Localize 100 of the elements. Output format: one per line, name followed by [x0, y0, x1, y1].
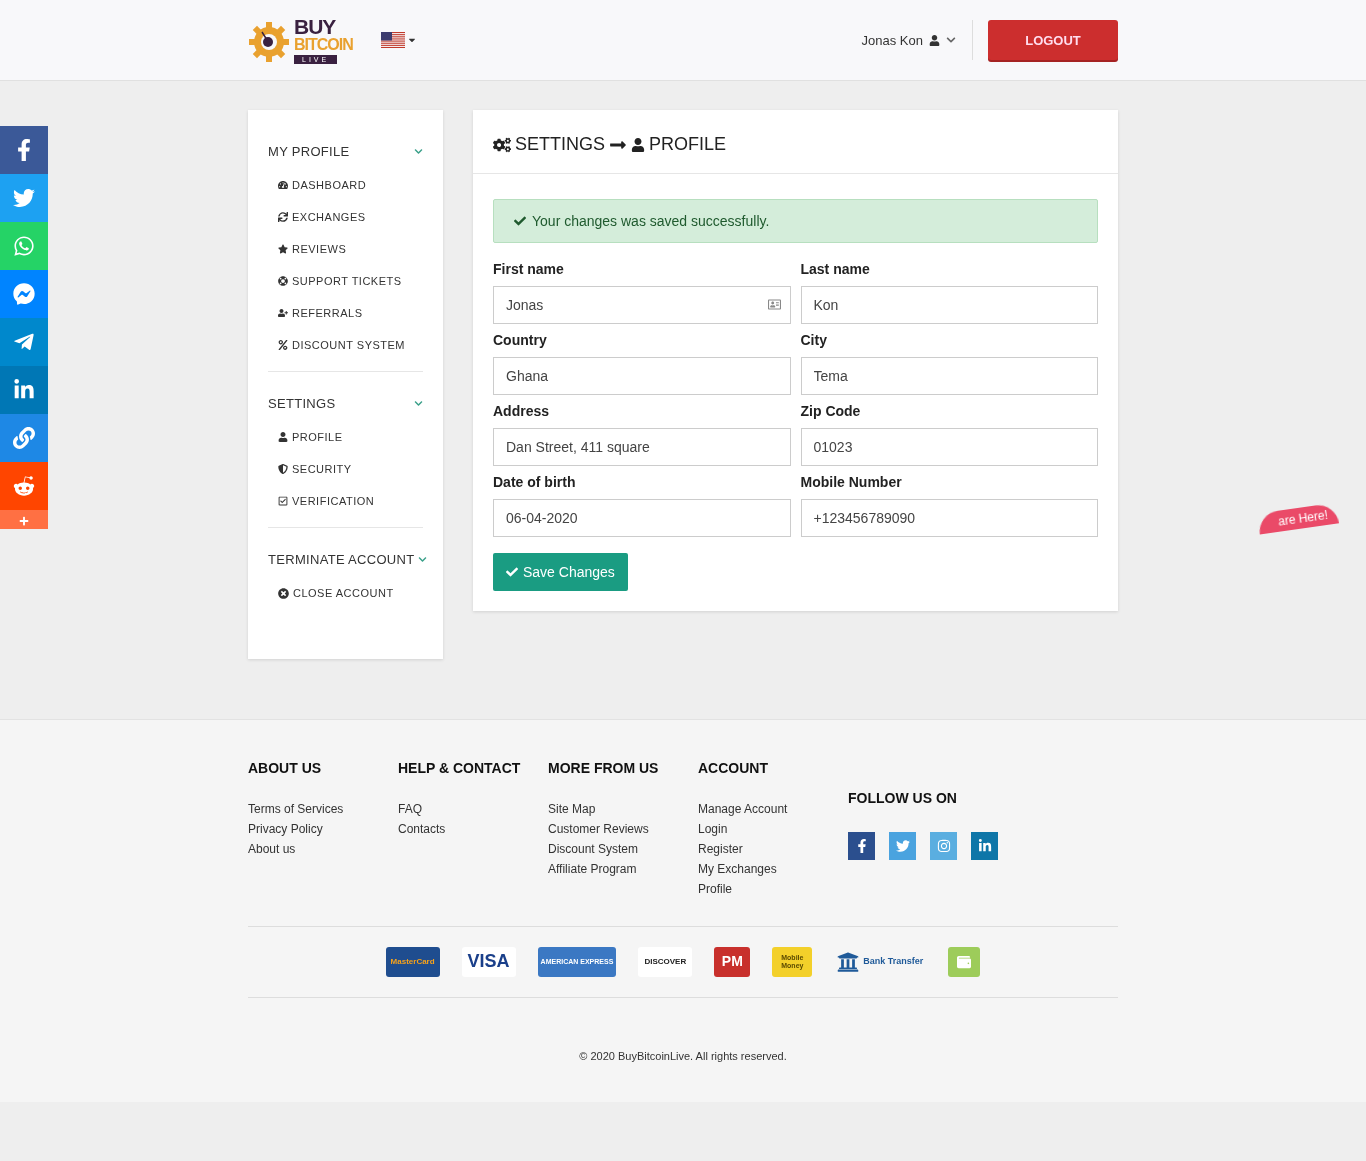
chevron-icon: [418, 555, 428, 564]
bank-icon: [837, 951, 860, 973]
menu-item[interactable]: DISCOUNT SYSTEM: [268, 329, 423, 361]
copyright-text: © 2020 BuyBitcoinLive. All rights reserved.: [578, 1050, 788, 1062]
chevron-icon: [414, 147, 423, 156]
section-toggle[interactable]: MY PROFILE: [268, 130, 423, 169]
support-icon: [278, 276, 288, 286]
input-field[interactable]: Tema: [800, 357, 1098, 395]
social-link[interactable]: [971, 832, 998, 860]
percent-icon: [278, 340, 288, 350]
menu-item[interactable]: VERIFICATION: [268, 485, 423, 517]
input-field[interactable]: Kon: [800, 286, 1098, 324]
input-field[interactable]: 01023: [800, 428, 1098, 466]
user-menu[interactable]: Jonas Kon: [861, 20, 973, 60]
footer-link[interactable]: Manage Account: [698, 802, 848, 816]
menu-item[interactable]: PROFILE: [268, 421, 423, 453]
payment-name: MasterCard: [390, 957, 435, 967]
menu-item[interactable]: DASHBOARD: [268, 169, 423, 201]
reddit-icon: [13, 475, 35, 497]
field-label: First name: [493, 261, 565, 277]
star-icon: [278, 244, 288, 254]
footer-link[interactable]: My Exchanges: [698, 862, 848, 876]
section-title: MY PROFILE: [268, 144, 350, 159]
menu-label: SUPPORT TICKETS: [292, 275, 402, 287]
breadcrumb-text: SETTINGS: [515, 134, 605, 155]
share-button[interactable]: [0, 270, 48, 318]
field-label: Address: [493, 403, 551, 419]
menu-label: CLOSE ACCOUNT: [293, 587, 394, 599]
dashboard-icon: [278, 180, 288, 190]
referral-icon: [278, 308, 288, 318]
wallet-logo: [948, 947, 981, 977]
field-label: Zip Code: [800, 403, 862, 419]
footer-link[interactable]: Login: [698, 822, 848, 836]
logo-text: BITCOIN: [294, 37, 353, 53]
payment-name: Bank Transfer: [863, 957, 924, 967]
linkedin-icon: [977, 839, 992, 853]
more-icon: [19, 516, 29, 526]
input-field[interactable]: +123456789090: [800, 499, 1098, 537]
menu-item[interactable]: REFERRALS: [268, 297, 423, 329]
payment-name: DISCOVER: [644, 957, 687, 967]
footer-link[interactable]: Privacy Policy: [248, 822, 398, 836]
linkedin-icon: [13, 379, 35, 401]
section-title: TERMINATE ACCOUNT: [268, 552, 415, 567]
twitter-icon: [13, 187, 35, 209]
menu-label: EXCHANGES: [292, 211, 366, 223]
footer-link[interactable]: Register: [698, 842, 848, 856]
check-icon: [506, 566, 518, 578]
input-field[interactable]: Ghana: [493, 357, 791, 395]
share-button[interactable]: [0, 318, 48, 366]
input-field[interactable]: Dan Street, 411 square: [493, 428, 791, 466]
footer-link[interactable]: About us: [248, 842, 398, 856]
share-button[interactable]: [0, 126, 48, 174]
footer-link[interactable]: Discount System: [548, 842, 698, 856]
chevron-icon: [414, 399, 423, 408]
section-title: SETTINGS: [268, 396, 336, 411]
check-icon: [278, 496, 288, 506]
footer-link[interactable]: Affiliate Program: [548, 862, 698, 876]
alert-text: Your changes was saved successfully.: [532, 213, 770, 229]
section-toggle[interactable]: TERMINATE ACCOUNT: [268, 538, 423, 577]
menu-label: DASHBOARD: [292, 179, 367, 191]
check-icon: [514, 215, 526, 227]
menu-label: PROFILE: [292, 431, 343, 443]
user-icon: [278, 432, 288, 442]
instagram-icon: [936, 839, 951, 853]
payment-name: VISA: [467, 952, 510, 972]
footer-link[interactable]: FAQ: [398, 802, 548, 816]
section-toggle[interactable]: SETTINGS: [268, 382, 423, 421]
menu-label: DISCOUNT SYSTEM: [292, 339, 406, 351]
footer-link[interactable]: Terms of Services: [248, 802, 398, 816]
share-button[interactable]: [0, 414, 48, 462]
menu-item[interactable]: REVIEWS: [268, 233, 423, 265]
link-icon: [13, 427, 35, 449]
menu-label: REVIEWS: [292, 243, 347, 255]
user-icon: [631, 137, 645, 152]
input-field[interactable]: Jonas: [493, 286, 791, 324]
footer-link[interactable]: Contacts: [398, 822, 548, 836]
telegram-icon: [13, 331, 35, 353]
field-label: Mobile Number: [800, 474, 903, 490]
share-button[interactable]: [0, 462, 48, 510]
logout-button[interactable]: LOGOUT: [988, 20, 1118, 60]
chevron-icon: [946, 35, 956, 45]
menu-item[interactable]: CLOSE ACCOUNT: [268, 577, 423, 609]
share-button[interactable]: [0, 366, 48, 414]
messenger-icon: [13, 283, 35, 305]
share-button[interactable]: [0, 174, 48, 222]
menu-item[interactable]: SECURITY: [268, 453, 423, 485]
user-icon: [929, 34, 940, 46]
footer-link[interactable]: Profile: [698, 882, 848, 896]
input-field[interactable]: 06-04-2020: [493, 499, 791, 537]
shield-icon: [278, 464, 288, 474]
flag-icon: [380, 32, 405, 48]
menu-label: REFERRALS: [292, 307, 363, 319]
menu-item[interactable]: EXCHANGES: [268, 201, 423, 233]
menu-item[interactable]: SUPPORT TICKETS: [268, 265, 423, 297]
payment-name: PM: [721, 954, 743, 970]
footer-link[interactable]: Site Map: [548, 802, 698, 816]
menu-label: SECURITY: [292, 463, 352, 475]
twitter-icon: [895, 839, 910, 853]
social-link[interactable]: [848, 832, 875, 860]
footer-link[interactable]: Customer Reviews: [548, 822, 698, 836]
